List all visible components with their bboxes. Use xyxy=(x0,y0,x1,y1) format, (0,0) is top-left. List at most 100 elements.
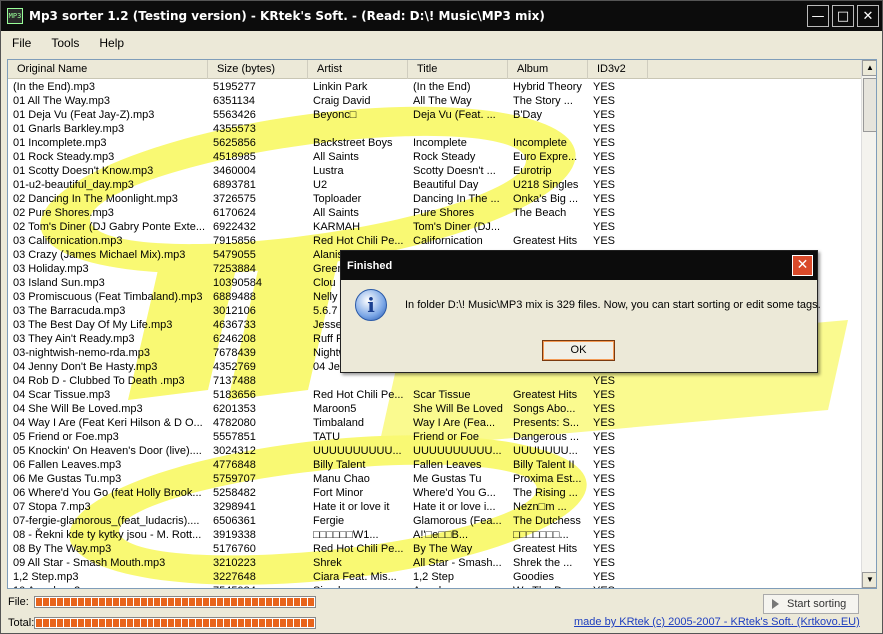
progress-segment xyxy=(105,619,112,627)
table-cell: YES xyxy=(593,375,616,387)
menu-file[interactable]: File xyxy=(3,36,40,50)
table-row[interactable]: 01 Rock Steady.mp3 4518985 All Saints Rock … xyxy=(8,150,861,164)
table-cell: 06 Where'd You Go (feat Holly Brook... xyxy=(13,487,202,499)
progress-segment xyxy=(63,598,70,606)
table-row[interactable]: 06 Where'd You Go (feat Holly Brook... 52… xyxy=(8,486,861,500)
table-row[interactable]: 06 Fallen Leaves.mp3 4776848 Billy Talent F… xyxy=(8,458,861,472)
table-cell: Friend or Foe xyxy=(413,431,480,443)
app-icon: MP3 xyxy=(7,8,23,24)
table-row[interactable]: 05 Knockin' On Heaven's Door (live).... 3… xyxy=(8,444,861,458)
minimize-button[interactable]: — xyxy=(807,5,829,27)
table-row[interactable]: 1,2 Step.mp3 3227648 Ciara Feat. Mis... 1,2… xyxy=(8,570,861,584)
col-id3v2[interactable]: ID3v2 xyxy=(588,60,648,79)
title-bar[interactable]: MP3 Mp3 sorter 1.2 (Testing version) - K… xyxy=(1,1,882,31)
table-row[interactable]: 08 - Řekni kde ty kytky jsou - M. Rott..… xyxy=(8,528,861,542)
progress-segment xyxy=(217,598,224,606)
table-row[interactable]: 01 Scotty Doesn't Know.mp3 3460004 Lustra S… xyxy=(8,164,861,178)
minimize-icon: — xyxy=(811,8,825,24)
table-cell: Californication xyxy=(413,235,483,247)
col-album[interactable]: Album xyxy=(508,60,588,79)
table-cell: 4355573 xyxy=(213,123,256,135)
table-row[interactable]: 05 Friend or Foe.mp3 5557851 TATU Friend or… xyxy=(8,430,861,444)
table-row[interactable]: 08 By The Way.mp3 5176760 Red Hot Chili Pe… xyxy=(8,542,861,556)
table-row[interactable]: 01 Deja Vu (Feat Jay-Z).mp3 5563426 Beyonc… xyxy=(8,108,861,122)
table-row[interactable]: 01 Gnarls Barkley.mp3 4355573 YES xyxy=(8,122,861,136)
scroll-up-button[interactable]: ▲ xyxy=(862,60,876,76)
table-row[interactable]: 07-fergie-glamorous_(feat_ludacris).... 6… xyxy=(8,514,861,528)
table-cell: Greatest Hits xyxy=(513,235,578,247)
table-row[interactable]: 02 Pure Shores.mp3 6170624 All Saints Pure … xyxy=(8,206,861,220)
start-sorting-button[interactable]: Start sorting xyxy=(763,594,859,614)
menu-help[interactable]: Help xyxy=(90,36,133,50)
table-cell: Simply... xyxy=(308,584,408,588)
table-cell: Red Hot Chili Pe... xyxy=(313,235,404,247)
table-row[interactable]: 04 She Will Be Loved.mp3 6201353 Maroon5 Sh… xyxy=(8,402,861,416)
col-artist[interactable]: Artist xyxy=(308,60,408,79)
table-cell: Fort Minor xyxy=(313,487,364,499)
table-row[interactable]: (In the End).mp3 5195277 Linkin Park (In th… xyxy=(8,80,861,94)
progress-segment xyxy=(161,598,168,606)
table-cell: 3024312 xyxy=(213,445,256,457)
table-cell: 5258482 xyxy=(213,487,256,499)
table-cell: 06 Fallen Leaves.mp3 xyxy=(13,459,122,471)
progress-segment xyxy=(189,619,196,627)
table-cell: 03 Crazy (James Michael Mix).mp3 xyxy=(13,249,186,261)
table-row[interactable]: 01 Incomplete.mp3 5625856 Backstreet Boys I… xyxy=(8,136,861,150)
table-row[interactable]: 02 Tom's Diner (DJ Gabry Ponte Exte... 69… xyxy=(8,220,861,234)
table-cell: Tom's Diner (DJ... xyxy=(413,221,501,233)
table-cell: YES xyxy=(593,459,616,471)
table-cell: YES xyxy=(593,207,616,219)
col-original-name[interactable]: Original Name xyxy=(8,60,208,79)
vertical-scrollbar[interactable]: ▲ ▼ xyxy=(861,60,876,588)
table-cell: 04 She Will Be Loved.mp3 xyxy=(13,403,143,415)
table-row[interactable]: 01-u2-beautiful_day.mp3 6893781 U2 Beautifu… xyxy=(8,178,861,192)
table-row[interactable]: 04 Way I Are (Feat Keri Hilson & D O... 4… xyxy=(8,416,861,430)
table-cell: U218 Singles xyxy=(513,179,579,191)
progress-segment xyxy=(279,619,286,627)
info-icon: i xyxy=(355,289,387,321)
progress-segment xyxy=(265,598,272,606)
table-cell: YES xyxy=(593,221,616,233)
table-cell: 7678439 xyxy=(213,347,256,359)
scroll-thumb[interactable] xyxy=(863,78,876,132)
maximize-button[interactable]: □ xyxy=(832,5,854,27)
progress-segment xyxy=(126,619,133,627)
dialog-close-button[interactable]: ✕ xyxy=(792,255,813,276)
window-title: Mp3 sorter 1.2 (Testing version) - KRtek… xyxy=(29,9,545,23)
main-window: MP3 Mp3 sorter 1.2 (Testing version) - K… xyxy=(0,0,883,634)
progress-segment xyxy=(252,619,258,627)
close-button[interactable]: ✕ xyxy=(857,5,879,27)
progress-segment xyxy=(175,598,182,606)
table-cell: Ciara Feat. Mis... xyxy=(313,571,397,583)
table-row[interactable]: 10 Angel.mp37545984Simply...AngelWe The … xyxy=(8,584,861,588)
menu-tools[interactable]: Tools xyxy=(42,36,88,50)
table-cell: Dangerous ... xyxy=(513,431,580,443)
ok-button[interactable]: OK xyxy=(542,340,615,361)
col-size[interactable]: Size (bytes) xyxy=(208,60,308,79)
table-cell: 03 The Barracuda.mp3 xyxy=(13,305,126,317)
total-progress-bar xyxy=(34,617,316,629)
table-row[interactable]: 04 Scar Tissue.mp3 5183656 Red Hot Chili P… xyxy=(8,388,861,402)
table-row[interactable]: 01 All The Way.mp3 6351134 Craig David All … xyxy=(8,94,861,108)
table-row[interactable]: 03 Californication.mp3 7915856 Red Hot Chi… xyxy=(8,234,861,248)
progress-segment xyxy=(56,619,63,627)
progress-segment xyxy=(49,598,56,606)
table-cell: 08 - Řekni kde ty kytky jsou - M. Rott..… xyxy=(13,529,202,541)
table-row[interactable]: 07 Stopa 7.mp3 3298941 Hate it or love it H… xyxy=(8,500,861,514)
table-cell: YES xyxy=(593,81,616,93)
table-cell: 03 Holiday.mp3 xyxy=(13,263,89,275)
table-cell: U2 xyxy=(313,179,328,191)
table-cell: Lustra xyxy=(313,165,344,177)
progress-segment xyxy=(70,598,77,606)
table-row[interactable]: 09 All Star - Smash Mouth.mp3 3210223 Shre… xyxy=(8,556,861,570)
credit-link[interactable]: made by KRtek (c) 2005-2007 - KRtek's So… xyxy=(574,616,860,628)
col-title[interactable]: Title xyxy=(408,60,508,79)
progress-segment xyxy=(98,598,105,606)
table-row[interactable]: 02 Dancing In The Moonlight.mp3 3726575 To… xyxy=(8,192,861,206)
progress-segment xyxy=(84,598,91,606)
table-row[interactable]: 04 Rob D - Clubbed To Death .mp3 7137488 Y… xyxy=(8,374,861,388)
scroll-down-button[interactable]: ▼ xyxy=(862,572,876,588)
table-cell: YES xyxy=(588,584,648,588)
table-row[interactable]: 06 Me Gustas Tu.mp3 5759707 Manu Chao Me Gu… xyxy=(8,472,861,486)
progress-segment xyxy=(196,619,203,627)
